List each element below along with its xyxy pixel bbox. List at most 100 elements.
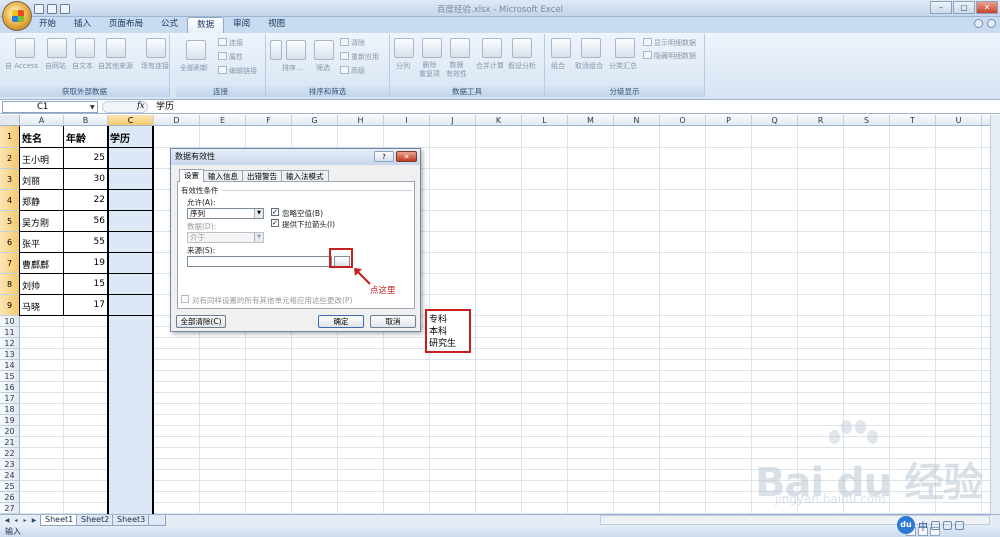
column-header[interactable]: T xyxy=(890,115,936,126)
column-header[interactable]: L xyxy=(522,115,568,126)
row-header[interactable]: 21 xyxy=(0,437,20,448)
column-header[interactable]: U xyxy=(936,115,982,126)
age-cell[interactable]: 15 xyxy=(64,279,105,289)
source-input[interactable] xyxy=(187,256,332,267)
row-header[interactable]: 4 xyxy=(0,190,20,211)
cancel-button[interactable]: 取消 xyxy=(370,315,416,328)
column-header[interactable]: D xyxy=(154,115,200,126)
row-header[interactable]: 11 xyxy=(0,327,20,338)
column-header[interactable]: E xyxy=(200,115,246,126)
formula-input[interactable]: 学历 xyxy=(153,101,991,113)
row-header[interactable]: 7 xyxy=(0,253,20,274)
ime-settings-icon[interactable] xyxy=(955,520,964,530)
row-header[interactable]: 9 xyxy=(0,295,20,316)
web-icon[interactable] xyxy=(47,38,67,58)
ribbon-tab-3[interactable]: 公式 xyxy=(152,17,187,33)
name-cell[interactable]: 刘帅 xyxy=(22,279,40,292)
apply-all-checkbox[interactable] xyxy=(181,295,189,303)
column-header[interactable]: H xyxy=(338,115,384,126)
row-header[interactable]: 16 xyxy=(0,382,20,393)
name-cell[interactable]: 曹鄜鄜 xyxy=(22,258,49,271)
reapply-item[interactable]: 重新应用 xyxy=(340,52,379,62)
row-header[interactable]: 23 xyxy=(0,459,20,470)
name-cell[interactable]: 郑静 xyxy=(22,195,40,208)
ribbon-tab-6[interactable]: 视图 xyxy=(259,17,294,33)
age-cell[interactable]: 22 xyxy=(64,195,105,205)
filter-icon[interactable] xyxy=(314,40,334,60)
header-cell[interactable]: 姓名 xyxy=(22,130,42,145)
edit-links-item[interactable]: 编辑链接 xyxy=(218,66,257,76)
maximize-button[interactable]: ▢ xyxy=(953,1,975,14)
row-header[interactable]: 22 xyxy=(0,448,20,459)
ime-punct-icon[interactable] xyxy=(931,520,940,530)
remove-duplicates-icon[interactable] xyxy=(422,38,442,58)
insert-sheet-icon[interactable] xyxy=(148,515,166,526)
row-header[interactable]: 26 xyxy=(0,492,20,503)
ribbon-tab-4[interactable]: 数据 xyxy=(187,17,225,33)
insert-function-button[interactable]: fx xyxy=(137,101,144,110)
sheet-tab-2[interactable]: Sheet2 xyxy=(76,515,115,526)
ignore-blank-checkbox[interactable]: ✓ xyxy=(271,208,279,216)
close-button[interactable]: ✕ xyxy=(976,1,998,14)
subtotal-icon[interactable] xyxy=(615,38,635,58)
age-cell[interactable]: 55 xyxy=(64,237,105,247)
row-header[interactable]: 27 xyxy=(0,503,20,514)
row-header[interactable]: 25 xyxy=(0,481,20,492)
name-cell[interactable]: 张平 xyxy=(22,237,40,250)
group-icon[interactable] xyxy=(551,38,571,58)
row-header[interactable]: 6 xyxy=(0,232,20,253)
sheet-tab-1[interactable]: Sheet1 xyxy=(40,515,79,526)
prev-sheet-icon[interactable]: ◂ xyxy=(12,516,20,525)
vertical-scrollbar[interactable] xyxy=(990,115,1000,515)
sort-az-icon[interactable] xyxy=(270,40,282,60)
minimize-ribbon-icon[interactable] xyxy=(987,19,996,28)
access-icon[interactable] xyxy=(15,38,35,58)
row-header[interactable]: 2 xyxy=(0,148,20,169)
row-header[interactable]: 1 xyxy=(0,126,20,148)
existing-connections-icon[interactable] xyxy=(146,38,166,58)
name-cell[interactable]: 马晓 xyxy=(22,300,40,313)
office-button[interactable] xyxy=(2,1,32,31)
last-sheet-icon[interactable]: ▶ xyxy=(30,516,38,525)
baidu-ime-icon[interactable]: du xyxy=(897,516,915,534)
dialog-close-button[interactable]: ✕ xyxy=(396,151,417,162)
text-icon[interactable] xyxy=(75,38,95,58)
row-header[interactable]: 20 xyxy=(0,426,20,437)
column-header[interactable]: K xyxy=(476,115,522,126)
row-header[interactable]: 14 xyxy=(0,360,20,371)
column-header[interactable]: R xyxy=(798,115,844,126)
ribbon-tab-5[interactable]: 审阅 xyxy=(224,17,259,33)
clear-item[interactable]: 清除 xyxy=(340,38,365,48)
row-header[interactable]: 8 xyxy=(0,274,20,295)
age-cell[interactable]: 17 xyxy=(64,300,105,310)
row-header[interactable]: 15 xyxy=(0,371,20,382)
name-cell[interactable]: 刘丽 xyxy=(22,174,40,187)
properties-item[interactable]: 属性 xyxy=(218,52,243,62)
name-box-dropdown-icon[interactable]: ▼ xyxy=(90,104,95,111)
ribbon-tab-0[interactable]: 开始 xyxy=(30,17,65,33)
column-header[interactable]: P xyxy=(706,115,752,126)
column-header[interactable]: F xyxy=(246,115,292,126)
minimize-button[interactable]: – xyxy=(930,1,952,14)
other-sources-icon[interactable] xyxy=(106,38,126,58)
what-if-icon[interactable] xyxy=(512,38,532,58)
select-all-corner[interactable] xyxy=(0,115,20,126)
name-cell[interactable]: 吴方刚 xyxy=(22,216,49,229)
column-header[interactable]: O xyxy=(660,115,706,126)
row-header[interactable]: 17 xyxy=(0,393,20,404)
column-header[interactable]: N xyxy=(614,115,660,126)
header-cell[interactable]: 年龄 xyxy=(66,130,86,145)
text-to-columns-icon[interactable] xyxy=(394,38,414,58)
in-cell-dropdown-checkbox[interactable]: ✓ xyxy=(271,219,279,227)
age-cell[interactable]: 19 xyxy=(64,258,105,268)
row-header[interactable]: 18 xyxy=(0,404,20,415)
ime-keyboard-icon[interactable] xyxy=(943,520,952,530)
sheet-tab-3[interactable]: Sheet3 xyxy=(112,515,151,526)
row-header[interactable]: 24 xyxy=(0,470,20,481)
ribbon-tab-2[interactable]: 页面布局 xyxy=(100,17,152,33)
age-cell[interactable]: 30 xyxy=(64,174,105,184)
row-header[interactable]: 3 xyxy=(0,169,20,190)
row-header[interactable]: 12 xyxy=(0,338,20,349)
tab-settings[interactable]: 设置 xyxy=(179,169,204,182)
sort-icon[interactable] xyxy=(286,40,306,60)
